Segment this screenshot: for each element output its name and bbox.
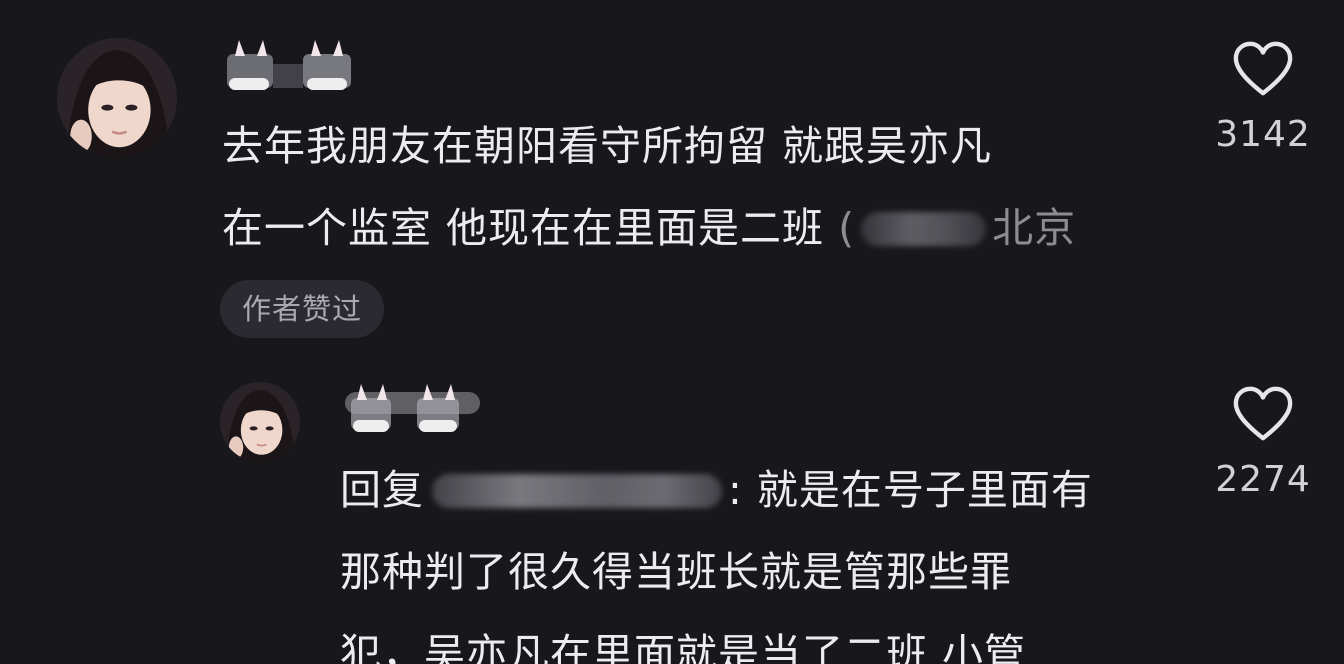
commenter-avatar[interactable] [57, 38, 177, 158]
comment-line-text: 在一个监室 他现在在里面是二班 [222, 204, 825, 252]
reply-line: 犯，吴亦凡在里面就是当了二班 小管 [340, 630, 1027, 664]
heart-outline-icon[interactable] [1232, 385, 1294, 443]
reply-body: 回复 : 就是在号子里面有 那种判了很久得当班长就是管那些罪 犯，吴亦凡在里面就是… [340, 449, 1093, 664]
comment-body: 去年我朋友在朝阳看守所拘留 就跟吴亦凡 在一个监室 他现在在里面是二班 ( 北京 [222, 105, 1076, 269]
username-blurred[interactable] [225, 38, 355, 92]
reply-like-control[interactable]: 2274 [1203, 385, 1323, 500]
reply-line: 回复 : 就是在号子里面有 [340, 449, 1093, 531]
avatar-portrait-icon [220, 382, 300, 462]
location-paren: ( [838, 204, 856, 252]
comment-section: 去年我朋友在朝阳看守所拘留 就跟吴亦凡 在一个监室 他现在在里面是二班 (北京 … [0, 0, 1344, 664]
like-count: 2274 [1215, 459, 1311, 500]
bunny-ears-icon [345, 384, 480, 432]
comment-line: 去年我朋友在朝阳看守所拘留 就跟吴亦凡 [222, 122, 993, 170]
reply-username-blurred[interactable] [345, 380, 480, 434]
heart-outline-icon[interactable] [1232, 40, 1294, 98]
blurred-reply-target [432, 474, 722, 508]
reply-avatar[interactable] [220, 382, 300, 462]
comment-line: 在一个监室 他现在在里面是二班 ( 北京 [222, 187, 1076, 269]
like-control[interactable]: 3142 [1203, 40, 1323, 155]
author-liked-badge: 作者赞过 [220, 280, 385, 338]
avatar-portrait-icon [57, 38, 177, 158]
reply-prefix: 回复 [340, 466, 424, 514]
reply-line-text: : 就是在号子里面有 [728, 466, 1093, 514]
reply-line: 那种判了很久得当班长就是管那些罪 [340, 548, 1012, 596]
bunny-ears-icon [227, 40, 351, 90]
location-label: 北京 [992, 204, 1077, 252]
like-count: 3142 [1215, 114, 1311, 155]
blurred-ip-region [861, 212, 987, 246]
